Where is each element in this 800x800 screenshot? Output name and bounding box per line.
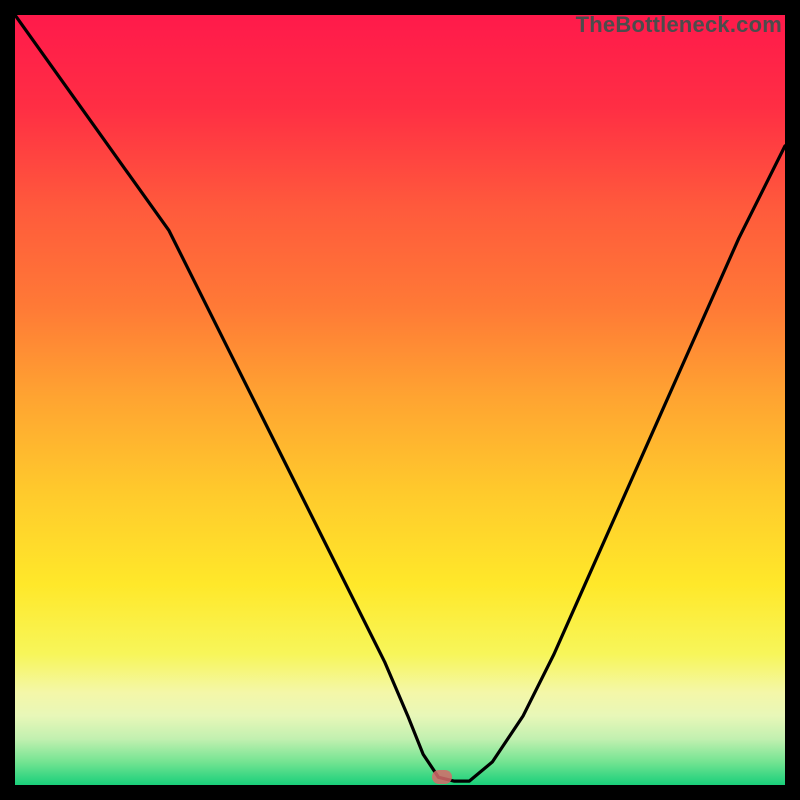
chart-stage: TheBottleneck.com bbox=[0, 0, 800, 800]
watermark-text: TheBottleneck.com bbox=[576, 12, 782, 38]
bottleneck-curve bbox=[15, 15, 785, 781]
plot-area bbox=[15, 15, 785, 785]
curve-svg bbox=[15, 15, 785, 785]
optimal-point-marker bbox=[432, 770, 452, 784]
